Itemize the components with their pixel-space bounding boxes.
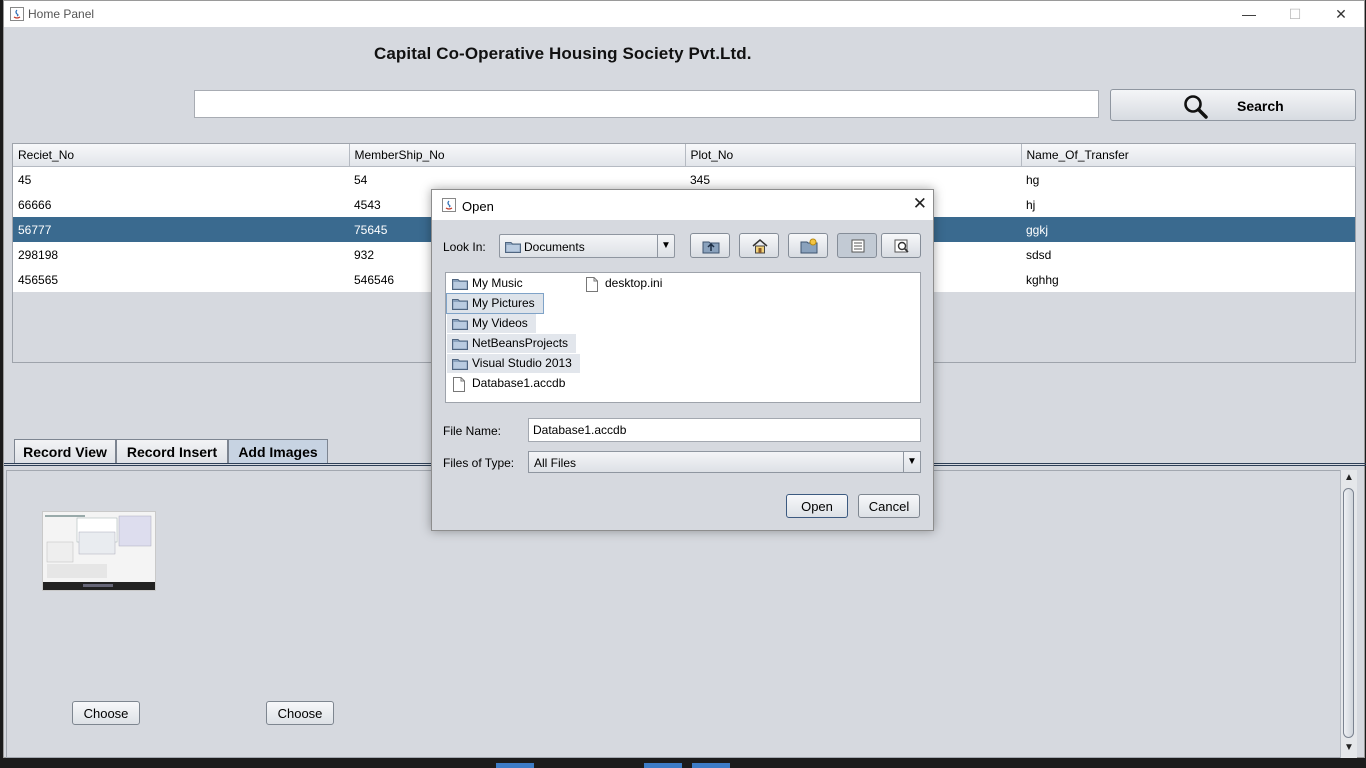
table-cell: 298198	[13, 242, 349, 267]
tab-record-insert[interactable]: Record Insert	[116, 439, 228, 463]
up-folder-icon	[702, 241, 720, 254]
table-cell: kghhg	[1021, 267, 1355, 292]
new-folder-button[interactable]	[788, 233, 828, 258]
list-view-icon	[851, 239, 865, 253]
choose-button-1[interactable]: Choose	[72, 701, 140, 725]
table-cell: hj	[1021, 192, 1355, 217]
table-cell: 56777	[13, 217, 349, 242]
column-header-name-of-transfer[interactable]: Name_Of_Transfer	[1021, 144, 1356, 167]
maximize-button[interactable]: ☐	[1272, 1, 1318, 27]
dialog-close-button[interactable]: ✕	[913, 194, 927, 214]
file-name: My Music	[472, 276, 523, 290]
files-of-type-label: Files of Type:	[443, 456, 515, 470]
file-name: NetBeansProjects	[472, 336, 569, 350]
folder-icon	[452, 299, 468, 310]
minimize-button[interactable]: —	[1226, 1, 1272, 27]
table-header-row: Reciet_No MemberShip_No Plot_No Name_Of_…	[13, 144, 1356, 167]
java-app-icon	[442, 198, 456, 212]
open-file-dialog: Open ✕ Look In: Documents ▼ My Music My …	[431, 189, 934, 531]
look-in-combo[interactable]: Documents ▼	[499, 234, 675, 258]
file-icon	[453, 377, 465, 392]
list-view-button[interactable]	[837, 233, 877, 258]
scroll-down-icon[interactable]: ▼	[1344, 742, 1354, 753]
file-name-field[interactable]	[528, 418, 921, 442]
java-app-icon	[10, 7, 24, 21]
up-folder-button[interactable]	[690, 233, 730, 258]
file-icon	[586, 277, 598, 292]
taskbar-item[interactable]	[644, 763, 682, 768]
folder-icon	[452, 339, 468, 350]
dialog-title-bar: Open ✕	[432, 190, 933, 220]
column-header-plot-no[interactable]: Plot_No	[685, 144, 1022, 167]
file-name: Database1.accdb	[472, 376, 566, 390]
file-name: My Pictures	[472, 296, 535, 310]
close-button[interactable]: ✕	[1318, 1, 1364, 27]
file-name: desktop.ini	[605, 276, 663, 290]
cancel-button[interactable]: Cancel	[858, 494, 920, 518]
table-cell: 45	[13, 166, 349, 192]
table-cell: 66666	[13, 192, 349, 217]
taskbar-item[interactable]	[496, 763, 534, 768]
taskbar-item[interactable]	[692, 763, 730, 768]
folder-icon	[505, 242, 521, 253]
home-icon	[752, 239, 768, 254]
list-item[interactable]: desktop.ini	[580, 274, 670, 293]
folder-icon	[452, 279, 468, 290]
list-item[interactable]: My Music	[447, 274, 531, 293]
look-in-value: Documents	[524, 240, 585, 254]
panel-scrollbar[interactable]: ▲ ▼	[1340, 470, 1357, 758]
search-button-label: Search	[1237, 98, 1284, 114]
file-list[interactable]: My Music My Pictures My Videos NetBeansP…	[445, 272, 921, 403]
list-item[interactable]: NetBeansProjects	[447, 334, 577, 353]
file-name: My Videos	[472, 316, 528, 330]
dialog-title: Open	[462, 199, 494, 214]
file-name-label: File Name:	[443, 424, 502, 438]
search-icon	[1184, 95, 1208, 119]
column-header-reciet-no[interactable]: Reciet_No	[13, 144, 350, 167]
details-view-icon	[894, 239, 909, 253]
look-in-label: Look In:	[443, 240, 486, 254]
scrollbar-thumb[interactable]	[1343, 488, 1354, 738]
page-title: Capital Co-Operative Housing Society Pvt…	[374, 44, 752, 63]
file-name: Visual Studio 2013	[472, 356, 572, 370]
folder-icon	[452, 319, 468, 330]
chevron-down-icon[interactable]: ▼	[903, 452, 920, 472]
files-of-type-combo[interactable]: All Files ▼	[528, 451, 921, 473]
column-header-membership-no[interactable]: MemberShip_No	[349, 144, 686, 167]
choose-button-2[interactable]: Choose	[266, 701, 334, 725]
search-button[interactable]: Search	[1110, 89, 1356, 121]
tab-add-images[interactable]: Add Images	[228, 439, 328, 463]
title-bar: Home Panel — ☐ ✕	[4, 1, 1364, 27]
table-cell: ggkj	[1021, 217, 1355, 242]
table-cell: sdsd	[1021, 242, 1355, 267]
home-button[interactable]	[739, 233, 779, 258]
table-cell: 456565	[13, 267, 349, 292]
image-thumbnail[interactable]	[42, 511, 156, 591]
new-folder-icon	[800, 238, 818, 254]
table-cell: hg	[1021, 166, 1355, 192]
search-input[interactable]	[194, 90, 1099, 118]
taskbar	[0, 758, 1366, 768]
list-item[interactable]: Database1.accdb	[447, 374, 573, 393]
files-of-type-value: All Files	[534, 456, 577, 470]
list-item[interactable]: Visual Studio 2013	[447, 354, 580, 373]
screenshot-thumbnail-icon	[43, 512, 155, 590]
open-button[interactable]: Open	[786, 494, 848, 518]
details-view-button[interactable]	[881, 233, 921, 258]
list-item[interactable]: My Videos	[447, 314, 536, 333]
chevron-down-icon[interactable]: ▼	[657, 235, 674, 257]
scroll-up-icon[interactable]: ▲	[1344, 472, 1354, 483]
folder-icon	[452, 359, 468, 370]
tab-record-view[interactable]: Record View	[14, 439, 116, 463]
list-item[interactable]: My Pictures	[446, 293, 544, 314]
window-title: Home Panel	[28, 7, 95, 21]
